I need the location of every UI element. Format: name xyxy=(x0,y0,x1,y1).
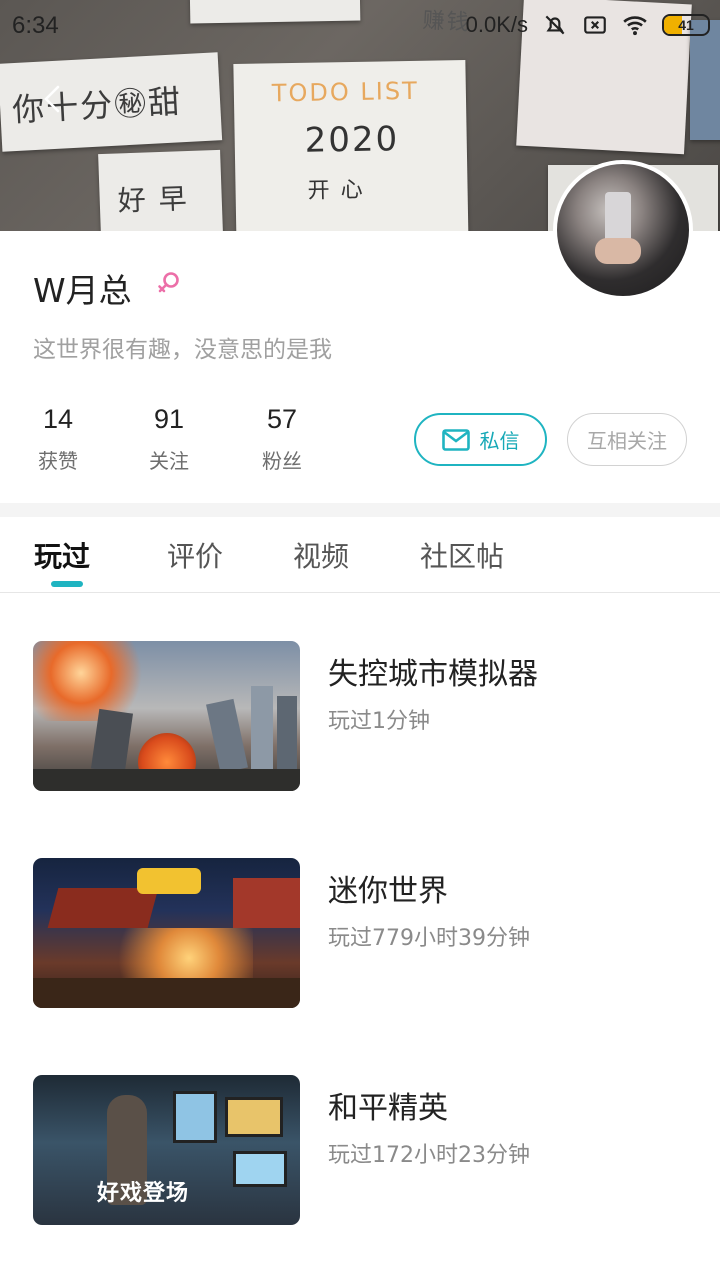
female-icon xyxy=(158,272,179,293)
mutual-follow-button[interactable]: 互相关注 xyxy=(567,413,687,466)
list-item[interactable]: 好戏登场 和平精英 玩过172小时23分钟 xyxy=(0,1075,720,1225)
list-item[interactable]: 失控城市模拟器 玩过1分钟 xyxy=(0,641,720,791)
section-divider xyxy=(0,503,720,517)
tab-community-posts[interactable]: 社区帖 xyxy=(420,535,504,575)
profile-tabs: 玩过 评价 视频 社区帖 xyxy=(0,517,720,593)
stat-label: 关注 xyxy=(149,449,189,473)
message-button-label: 私信 xyxy=(479,429,520,453)
network-speed: 0.0K/s xyxy=(465,12,528,37)
stat-label: 获赞 xyxy=(38,449,78,473)
game-playtime: 玩过1分钟 xyxy=(328,709,430,734)
game-thumbnail[interactable]: 好戏登场 xyxy=(33,1075,300,1225)
message-button[interactable]: 私信 xyxy=(414,413,547,466)
avatar-hand xyxy=(595,238,641,264)
follow-button-label: 互相关注 xyxy=(587,429,667,453)
stat-value: 14 xyxy=(42,404,74,434)
stat-label: 粉丝 xyxy=(262,449,302,473)
cover-note-text: 你十分㊙甜 xyxy=(11,82,184,130)
no-sim-icon xyxy=(584,16,606,34)
battery-level: 41 xyxy=(678,17,694,33)
cover-note: 好 早 xyxy=(98,149,224,231)
stat-following[interactable]: 91 关注 xyxy=(124,404,214,474)
thumbnail-banner-text: 好戏登场 xyxy=(97,1181,190,1206)
back-arrow-icon[interactable] xyxy=(40,84,66,114)
battery-icon: 41 xyxy=(662,14,710,36)
game-playtime: 玩过779小时39分钟 xyxy=(328,926,530,951)
game-title[interactable]: 迷你世界 xyxy=(328,866,448,910)
game-thumbnail[interactable] xyxy=(33,641,300,791)
user-bio: 这世界很有趣，没意思的是我 xyxy=(33,337,332,363)
username: W月总 xyxy=(33,271,132,310)
status-time: 6:34 xyxy=(12,12,59,39)
game-thumbnail[interactable] xyxy=(33,858,300,1008)
mail-icon xyxy=(441,428,470,451)
tab-reviews[interactable]: 评价 xyxy=(167,535,223,575)
cover-note-text: 2020 xyxy=(304,119,400,161)
avatar[interactable] xyxy=(553,160,693,300)
cover-note: 你十分㊙甜 xyxy=(0,52,223,152)
active-tab-indicator xyxy=(51,581,83,587)
stat-followers[interactable]: 57 粉丝 xyxy=(237,404,327,474)
stat-likes[interactable]: 14 获赞 xyxy=(13,404,103,474)
stat-value: 57 xyxy=(266,404,298,434)
cover-note: TODO LIST 2020 开 心 xyxy=(233,59,469,231)
stat-value: 91 xyxy=(153,404,185,434)
game-title[interactable]: 失控城市模拟器 xyxy=(328,649,538,693)
list-item[interactable]: 迷你世界 玩过779小时39分钟 xyxy=(0,858,720,1008)
cover-note-text: 好 早 xyxy=(117,182,190,218)
wifi-icon xyxy=(623,16,647,36)
game-playtime: 玩过172小时23分钟 xyxy=(328,1143,530,1168)
cover-note-text: 开 心 xyxy=(307,177,365,204)
status-bar: 6:34 0.0K/s 41 xyxy=(0,0,720,52)
tab-videos[interactable]: 视频 xyxy=(293,535,349,575)
tab-played[interactable]: 玩过 xyxy=(34,535,90,575)
mute-bell-icon xyxy=(545,15,565,35)
game-title[interactable]: 和平精英 xyxy=(328,1083,448,1127)
status-icons: 0.0K/s 41 xyxy=(466,10,710,40)
cover-note-text: TODO LIST xyxy=(271,76,420,108)
